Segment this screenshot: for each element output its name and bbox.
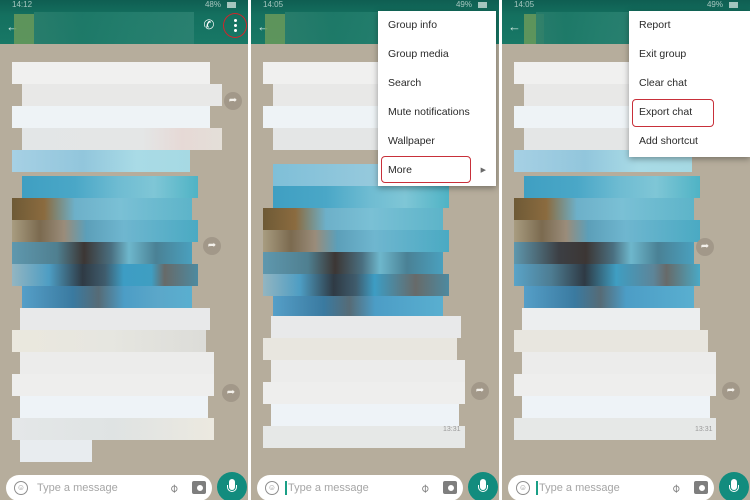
status-time: 14:05 — [263, 0, 284, 9]
image-message-blurred — [259, 164, 451, 318]
forward-icon[interactable]: ➦ — [722, 382, 740, 400]
battery-icon — [478, 2, 487, 8]
group-avatar[interactable] — [265, 14, 285, 44]
menu-item-search[interactable]: Search — [378, 69, 496, 98]
message-bubble-blurred — [10, 50, 222, 178]
forward-icon[interactable]: ➦ — [203, 237, 221, 255]
message-bubble-blurred — [259, 316, 465, 456]
voice-message-button[interactable] — [719, 472, 749, 500]
text-cursor — [536, 481, 538, 495]
more-submenu: Report Exit group Clear chat Export chat… — [629, 11, 750, 157]
message-bubble-blurred — [510, 308, 716, 458]
highlight-annotation-circle — [223, 13, 247, 38]
menu-item-report[interactable]: Report — [629, 11, 750, 40]
screenshot-panel-2: 14:05 49% ← 13:31 ➦ ☺ Type a message ⌀ G… — [251, 0, 499, 500]
highlight-annotation-box — [632, 99, 714, 127]
menu-item-wallpaper[interactable]: Wallpaper — [378, 127, 496, 156]
back-arrow-icon[interactable]: ← — [508, 20, 521, 33]
forward-icon[interactable]: ➦ — [471, 382, 489, 400]
forward-icon[interactable]: ➦ — [224, 92, 242, 110]
message-timestamp: 13:31 — [443, 426, 461, 433]
screenshot-panel-3: 14:05 49% ← ➦ 13:31 ➦ ☺ Type a message ⌀… — [502, 0, 750, 500]
voice-message-button[interactable] — [468, 472, 498, 500]
message-input[interactable]: ☺ Type a message ⌀ — [6, 475, 212, 500]
camera-icon[interactable] — [694, 481, 708, 494]
emoji-icon[interactable]: ☺ — [516, 481, 530, 495]
status-bar: 14:05 49% — [502, 0, 750, 10]
image-message-blurred — [8, 176, 200, 308]
attach-icon[interactable]: ⌀ — [417, 480, 432, 495]
message-input-placeholder[interactable]: Type a message — [37, 481, 118, 495]
group-avatar[interactable] — [14, 14, 34, 44]
menu-item-group-media[interactable]: Group media — [378, 40, 496, 69]
status-battery: 49% — [455, 0, 472, 9]
status-battery: 48% — [204, 0, 221, 9]
message-input[interactable]: ☺ Type a message ⌀ — [508, 475, 714, 500]
voice-message-button[interactable] — [217, 472, 247, 500]
group-title-blurred[interactable] — [34, 12, 194, 44]
submenu-arrow-icon: ▶ — [480, 167, 486, 174]
status-battery: 49% — [706, 0, 723, 9]
menu-item-mute-notifications[interactable]: Mute notifications — [378, 98, 496, 127]
menu-item-exit-group[interactable]: Exit group — [629, 40, 750, 69]
forward-icon[interactable]: ➦ — [696, 238, 714, 256]
emoji-icon[interactable]: ☺ — [265, 481, 279, 495]
text-cursor — [285, 481, 287, 495]
message-bubble-blurred — [8, 308, 214, 462]
status-time: 14:12 — [12, 0, 33, 9]
status-bar: 14:05 49% — [251, 0, 499, 10]
status-time: 14:05 — [514, 0, 535, 9]
battery-icon — [729, 2, 738, 8]
highlight-annotation-box — [381, 156, 471, 183]
status-bar: 14:12 48% — [0, 0, 248, 10]
camera-icon[interactable] — [443, 481, 457, 494]
message-input-placeholder[interactable]: Type a message — [288, 481, 369, 495]
screenshot-panel-1: 14:12 48% ← ✆ ➦ ➦ ➦ ☺ Type a message ⌀ — [0, 0, 248, 500]
chat-area[interactable]: ➦ ➦ ➦ — [0, 44, 248, 464]
image-message-blurred — [510, 176, 702, 308]
add-call-icon[interactable]: ✆ — [202, 18, 216, 32]
forward-icon[interactable]: ➦ — [222, 384, 240, 402]
battery-icon — [227, 2, 236, 8]
message-timestamp: 13:31 — [695, 426, 713, 433]
overflow-menu: Group info Group media Search Mute notif… — [378, 11, 496, 186]
attach-icon[interactable]: ⌀ — [166, 480, 181, 495]
menu-item-group-info[interactable]: Group info — [378, 11, 496, 40]
camera-icon[interactable] — [192, 481, 206, 494]
group-title-blurred[interactable] — [536, 12, 636, 44]
menu-item-add-shortcut[interactable]: Add shortcut — [629, 127, 750, 156]
menu-item-clear-chat[interactable]: Clear chat — [629, 69, 750, 98]
attach-icon[interactable]: ⌀ — [668, 480, 683, 495]
message-input[interactable]: ☺ Type a message ⌀ — [257, 475, 463, 500]
app-bar: 14:12 48% ← ✆ — [0, 0, 248, 44]
emoji-icon[interactable]: ☺ — [14, 481, 28, 495]
message-input-placeholder[interactable]: Type a message — [539, 481, 620, 495]
